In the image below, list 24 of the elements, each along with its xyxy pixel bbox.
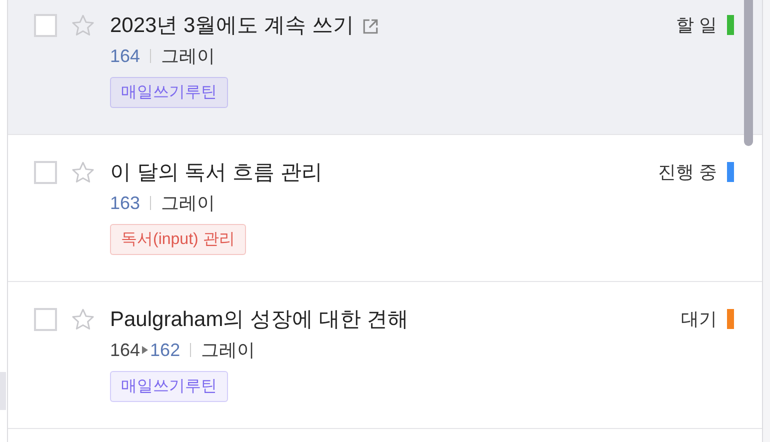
issue-number[interactable]: 163 [110,191,140,215]
issue-row[interactable]: 2023년 3월에도 계속 쓰기 164 그레이 매일쓰기루틴 할 일 [8,0,762,135]
status-label: 할 일 [676,14,717,37]
issue-number[interactable]: 162 [150,338,180,362]
issue-number[interactable]: 164 [110,44,140,68]
arrow-icon [142,346,148,354]
checkbox[interactable] [34,14,57,37]
issue-title[interactable]: Paulgraham의 성장에 대한 견해 [110,306,409,334]
issue-title[interactable]: 이 달의 독서 흐름 관리 [110,159,322,187]
external-link-icon[interactable] [362,18,379,34]
issue-title[interactable]: 2023년 3월에도 계속 쓰기 [110,12,354,40]
checkbox[interactable] [34,308,57,331]
assignee: 그레이 [161,192,216,215]
star-icon[interactable] [70,307,96,332]
assignee: 그레이 [161,45,216,68]
status-label: 진행 중 [658,161,717,184]
assignee: 그레이 [201,339,256,362]
tag[interactable]: 매일쓰기루틴 [110,371,228,402]
checkbox[interactable] [34,161,57,184]
star-icon[interactable] [70,13,96,38]
scrollbar-thumb[interactable] [744,0,753,146]
status-label: 대기 [681,308,717,331]
parent-issue-number[interactable]: 164 [110,338,140,362]
star-icon[interactable] [70,160,96,185]
